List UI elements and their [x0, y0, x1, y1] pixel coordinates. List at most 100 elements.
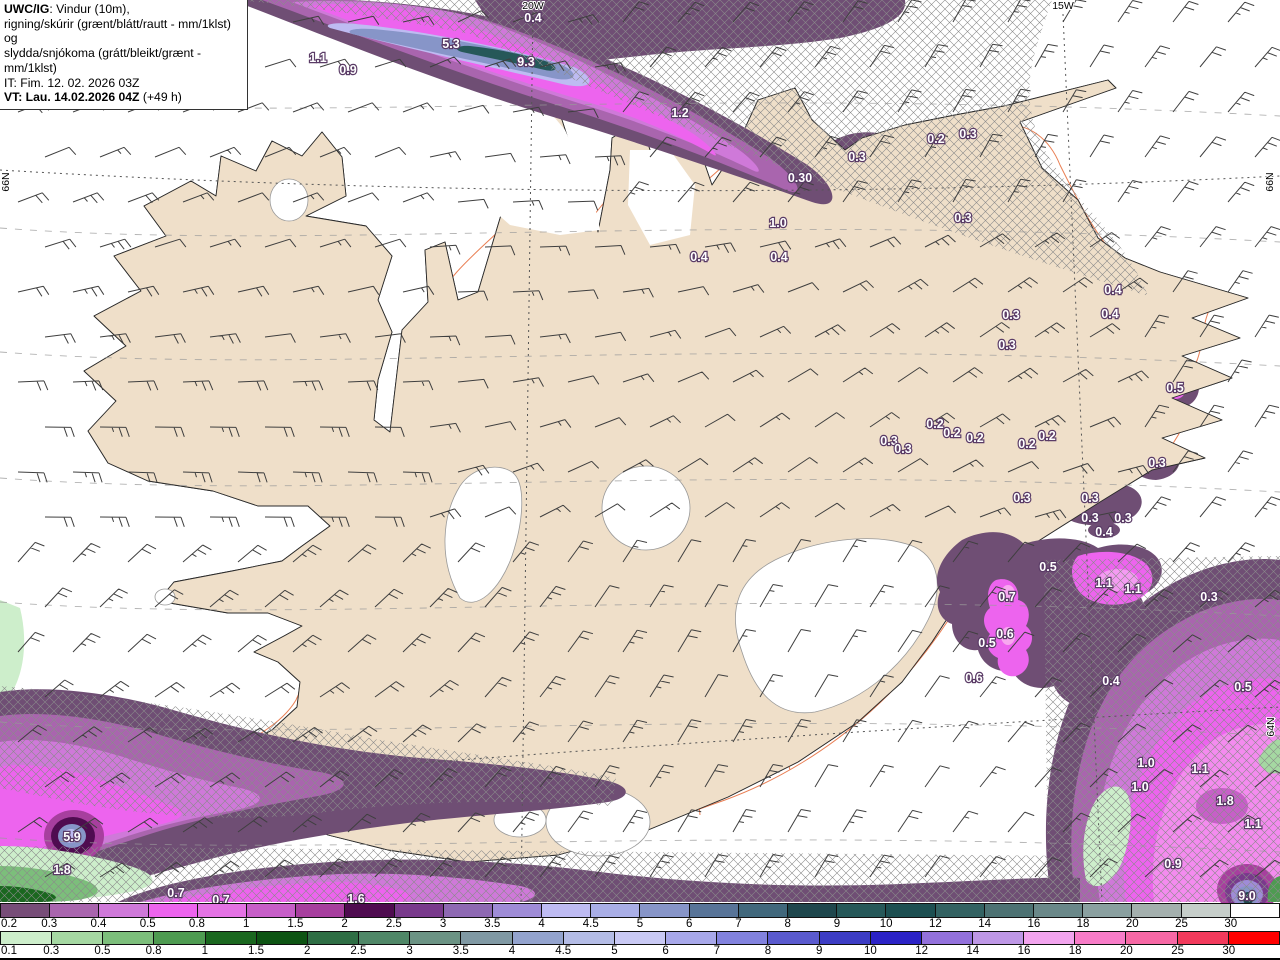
precip-value-label: 1.1: [1095, 576, 1112, 590]
precip-value-label: 0.4: [690, 250, 707, 264]
precip-value-label: 5.9: [63, 830, 80, 844]
legend-segment: [1227, 931, 1280, 945]
legend-segment: [460, 931, 512, 945]
legend-tick-label: 2.5: [350, 945, 367, 957]
legend-segment: [971, 931, 1024, 945]
precip-value-label: 0.4: [1102, 674, 1119, 688]
legend-segment: [255, 931, 307, 945]
legend-tick-label: 4.5: [582, 918, 599, 930]
legend-tick-label: 1: [201, 945, 208, 957]
legend-segment: [818, 931, 870, 945]
legend-segment: [665, 931, 717, 945]
precip-value-label: 0.3: [959, 127, 976, 141]
legend-segment: [393, 903, 443, 918]
legend-tick-label: 20: [1119, 945, 1133, 957]
precip-value-label: 0.3: [1013, 491, 1030, 505]
legend-segment: [1125, 931, 1177, 945]
precip-value-label: 0.6: [996, 627, 1013, 641]
legend-segment: [869, 931, 921, 945]
legend-segment: [541, 903, 591, 918]
legend-segment: [102, 931, 154, 945]
legend-tick-label: 6: [662, 945, 669, 957]
legend-segment: [716, 931, 768, 945]
precip-value-label: 5.3: [442, 37, 459, 51]
precip-value-label: 0.3: [1114, 511, 1131, 525]
precip-value-label: 1.2: [671, 106, 688, 120]
meridian-20w-label: 20W: [522, 0, 544, 12]
legend-segment: [1176, 931, 1228, 945]
precip-value-label: 0.3: [894, 442, 911, 456]
precip-value-label: 0.2: [1038, 429, 1055, 443]
legend-tick-label: 14: [966, 945, 980, 957]
info-line-rain: rigning/skúrir (grænt/blátt/rautt - mm/1…: [4, 16, 231, 46]
precip-value-label: 0.2: [926, 417, 943, 431]
legend-segment: [1023, 931, 1075, 945]
precip-value-label: 0.2: [1018, 437, 1035, 451]
parallel-66n-right-label: 66N: [1264, 172, 1276, 191]
legend-segment: [767, 931, 819, 945]
glacier-drangajokull: [269, 178, 309, 222]
legend-segment: [511, 931, 563, 945]
precip-value-label: 0.5: [978, 636, 995, 650]
precip-value-label: 0.6: [965, 671, 982, 685]
precip-value-label: 1.1: [309, 51, 326, 65]
precip-value-label: 0.4: [1101, 307, 1118, 321]
rain-scale-bar: [0, 931, 1280, 945]
legend-tick-label: 1.5: [287, 918, 304, 930]
weather-chart-page: 0.4 5.3 9.3 1.1 0.9 1.2 0.2 0.3 0.3 0.30 1.0 0.4 0.4…: [0, 0, 1280, 960]
precip-value-label: 1.0: [769, 216, 786, 230]
legend-tick-label: 3: [406, 945, 413, 957]
legend-segment: [442, 903, 492, 918]
legend-segment: [98, 903, 148, 918]
legend-segment: [885, 903, 935, 918]
legend-segment: [1032, 903, 1083, 918]
model-id: UWC/IG: [4, 2, 50, 16]
sleet-snow-scale-labels: 0.2 0.3 0.4 0.5 0.8 1 1.5 2 2.5 3 3.5 4 4.5 5 6 7 8 9 10 12…: [0, 918, 1280, 931]
precip-value-label: 1.1: [1191, 762, 1208, 776]
legend-segment: [613, 931, 666, 945]
precip-value-label: 0.5: [1039, 560, 1056, 574]
precip-value-label: 0.7: [212, 893, 229, 903]
precip-value-label: 1.6: [347, 892, 364, 903]
legend-tick-label: 16: [1027, 918, 1041, 930]
legend-tick-label: 2: [303, 945, 311, 957]
info-line-init-time: IT: Fim. 12. 02. 2026 03Z: [4, 75, 140, 90]
legend-segment: [562, 931, 614, 945]
precip-value-label: 0.9: [339, 63, 356, 77]
chart-info-box: UWC/IG: Vindur (10m), rigning/skúrir (gr…: [0, 0, 248, 110]
precip-value-label: 0.7: [998, 590, 1015, 604]
precip-value-label: 0.2: [943, 426, 960, 440]
precip-value-label: 0.5: [1234, 680, 1251, 694]
meridian-15w-label: 15W: [1052, 0, 1074, 12]
precip-value-label: 1.0: [1137, 756, 1154, 770]
precip-value-label: 0.3: [1148, 456, 1165, 470]
legend-segment: [344, 903, 394, 918]
precip-value-label: 0.3: [954, 211, 971, 225]
legend-segment: [409, 931, 461, 945]
legend-tick-label: 25: [1175, 918, 1188, 930]
legend-segment: [147, 903, 197, 918]
legend-segment: [737, 903, 787, 918]
legend-tick-label: 0.3: [43, 945, 60, 957]
precip-value-label: 1.1: [1244, 817, 1261, 831]
legend-segment: [49, 903, 99, 918]
legend-tick-label: 3.5: [452, 945, 469, 957]
legend-tick-label: 4: [538, 918, 545, 930]
legend-tick-label: 0.5: [94, 945, 111, 957]
legend-segment: [1180, 903, 1230, 918]
legend-tick-label: 18: [1068, 945, 1082, 957]
legend-tick-label: 25: [1171, 945, 1184, 957]
legend-segment: [787, 903, 837, 918]
precip-value-label: 0.2: [927, 132, 944, 146]
precip-value-label: 1.0: [1131, 780, 1148, 794]
precip-value-label: 0.4: [524, 11, 541, 25]
legend-tick-label: 18: [1076, 918, 1090, 930]
legend-segment: [245, 903, 296, 918]
info-line-valid-time: VT: Lau. 14.02.2026 04Z (+49 h): [4, 90, 182, 105]
legend-segment: [0, 931, 52, 945]
legend-tick-label: 30: [1222, 945, 1236, 957]
legend-tick-label: 12: [928, 918, 942, 930]
precip-value-label: 0.5: [1166, 381, 1183, 395]
legend-segment: [196, 903, 246, 918]
legend-tick-label: 4: [508, 945, 516, 957]
